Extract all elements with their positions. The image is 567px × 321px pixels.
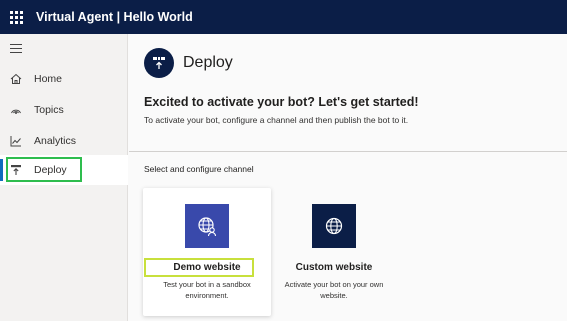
- sidebar-item-deploy[interactable]: Deploy: [0, 155, 128, 185]
- top-bar: Virtual Agent | Hello World: [0, 0, 567, 34]
- globe-icon: [312, 204, 356, 248]
- channel-card-custom-website[interactable]: Custom website Activate your bot on your…: [270, 188, 398, 316]
- deploy-rocket-icon: [144, 48, 174, 78]
- section-label: Select and configure channel: [144, 164, 254, 174]
- sidebar: Home Topics Analytics Deploy: [0, 34, 128, 321]
- globe-user-icon: [185, 204, 229, 248]
- sidebar-item-label: Analytics: [34, 135, 77, 147]
- channel-card-description: Activate your bot on your own website.: [284, 280, 384, 300]
- hamburger-menu-icon[interactable]: [10, 44, 22, 56]
- app-title: Virtual Agent | Hello World: [36, 10, 193, 24]
- headline: Excited to activate your bot? Let's get …: [144, 95, 419, 109]
- channel-card-description: Test your bot in a sandbox environment.: [163, 280, 251, 300]
- channel-card-title: Custom website: [295, 262, 373, 273]
- page-header: Deploy: [144, 48, 233, 78]
- deploy-highlight-box: [6, 157, 82, 182]
- sidebar-item-analytics[interactable]: Analytics: [0, 126, 128, 156]
- app-launcher-waffle-icon[interactable]: [0, 0, 32, 34]
- page-title: Deploy: [183, 54, 233, 71]
- instruction-text: To activate your bot, configure a channe…: [144, 115, 409, 125]
- main-content: Deploy Excited to activate your bot? Let…: [129, 34, 567, 321]
- sidebar-item-topics[interactable]: Topics: [0, 95, 128, 125]
- sidebar-item-home[interactable]: Home: [0, 64, 128, 94]
- analytics-icon: [9, 134, 23, 148]
- channel-card-demo-website[interactable]: Demo website Test your bot in a sandbox …: [143, 188, 271, 316]
- demo-website-highlight-box: [144, 258, 255, 277]
- topics-icon: [9, 103, 23, 117]
- active-indicator: [0, 159, 3, 181]
- divider: [129, 151, 567, 152]
- sidebar-item-label: Home: [34, 73, 63, 85]
- home-icon: [9, 72, 23, 86]
- sidebar-item-label: Topics: [34, 104, 64, 116]
